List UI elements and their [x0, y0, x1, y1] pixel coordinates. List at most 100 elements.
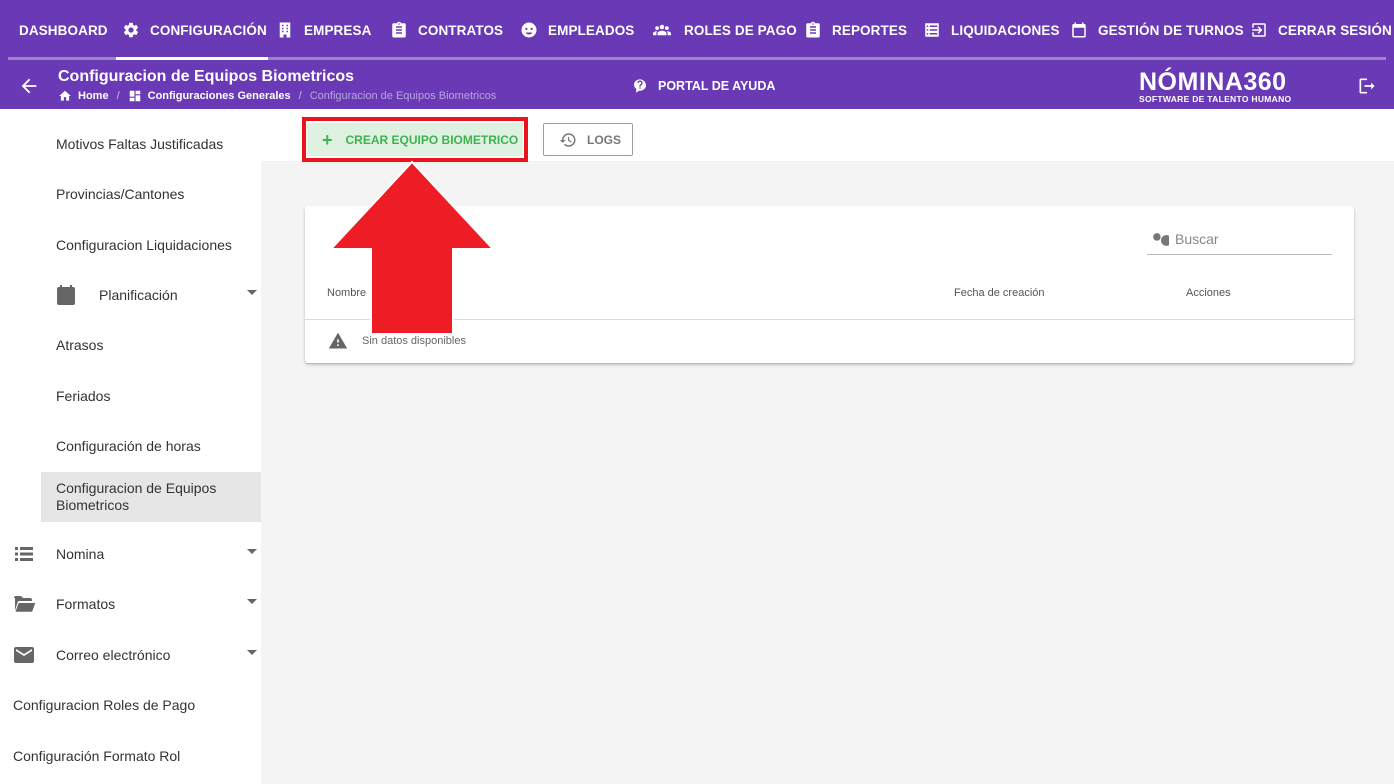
help-portal-label: PORTAL DE AYUDA — [658, 79, 776, 93]
header-logout-button[interactable] — [1357, 76, 1377, 96]
sidebar-item-nomina[interactable]: Nomina — [0, 529, 261, 579]
breadcrumb-separator: / — [116, 90, 120, 102]
nav-reportes[interactable]: REPORTES — [804, 19, 907, 41]
nav-empleados-label: EMPLEADOS — [548, 22, 635, 38]
sidebar-item-label: Configuracion de Equipos Biometricos — [56, 480, 217, 513]
clipboard-icon — [806, 21, 820, 38]
sidebar-item-configuracion-horas[interactable]: Configuración de horas — [0, 421, 261, 471]
create-biometric-device-button[interactable]: + CREAR EQUIPO BIOMETRICO — [307, 123, 523, 156]
nav-active-indicator — [116, 57, 268, 60]
sidebar-item-provincias[interactable]: Provincias/Cantones — [0, 169, 261, 219]
breadcrumb-current: Configuracion de Equipos Biometricos — [309, 90, 497, 102]
nav-indicator-track — [8, 57, 1386, 60]
sidebar: Motivos Faltas Justificadas Provincias/C… — [0, 109, 261, 784]
chevron-down-icon — [247, 290, 257, 295]
nav-cerrar-sesion-label: CERRAR SESIÓN — [1278, 22, 1392, 38]
brand-logo: NÓMINA360 SOFTWARE DE TALENTO HUMANO — [1139, 68, 1309, 105]
nav-roles-de-pago-label: ROLES DE PAGO — [684, 22, 797, 38]
brand-name: NÓMINA360 — [1139, 68, 1287, 96]
top-navigation: DASHBOARD CONFIGURACIÓN EMPRESA CONTRATO… — [0, 0, 1394, 62]
nav-cerrar-sesion[interactable]: CERRAR SESIÓN — [1250, 19, 1392, 41]
nav-empresa[interactable]: EMPRESA — [276, 19, 371, 41]
sidebar-item-label: Configuración de horas — [56, 438, 201, 454]
nav-dashboard-label: DASHBOARD — [19, 22, 108, 38]
people-icon — [653, 24, 671, 36]
chevron-down-icon — [247, 599, 257, 604]
nav-liquidaciones[interactable]: LIQUIDACIONES — [923, 19, 1060, 41]
history-icon — [559, 132, 576, 147]
calendar-icon — [54, 283, 78, 307]
sidebar-item-label: Feriados — [56, 388, 111, 404]
sidebar-item-formatos[interactable]: Formatos — [0, 579, 261, 629]
folder-icon — [12, 592, 36, 616]
list-icon — [12, 542, 36, 566]
empty-message: Sin datos disponibles — [362, 335, 466, 347]
help-icon — [634, 79, 646, 93]
nav-gestion-de-turnos-label: GESTIÓN DE TURNOS — [1098, 22, 1244, 38]
sidebar-item-planificacion[interactable]: Planificación — [0, 270, 261, 320]
search-input[interactable] — [1175, 231, 1325, 247]
face-icon — [521, 22, 537, 38]
search-field[interactable] — [1147, 224, 1332, 255]
create-button-label: CREAR EQUIPO BIOMETRICO — [345, 132, 519, 147]
column-header-acciones: Acciones — [1186, 287, 1231, 299]
calendar-icon — [1072, 22, 1086, 38]
clipboard-icon — [392, 21, 406, 38]
sidebar-item-correo-electronico[interactable]: Correo electrónico — [0, 630, 261, 680]
nav-configuracion-label: CONFIGURACIÓN — [150, 22, 267, 38]
dashboard-icon — [129, 90, 140, 102]
nav-reportes-label: REPORTES — [832, 22, 908, 38]
chevron-down-icon — [247, 650, 257, 655]
nav-empresa-label: EMPRESA — [304, 22, 372, 38]
back-button[interactable] — [18, 75, 40, 97]
page-header: Configuracion de Equipos Biometricos Hom… — [0, 62, 1394, 109]
nav-gestion-de-turnos[interactable]: GESTIÓN DE TURNOS — [1070, 19, 1244, 41]
mail-icon — [12, 643, 36, 667]
nav-contratos-label: CONTRATOS — [418, 22, 504, 38]
logs-button[interactable]: LOGS — [543, 123, 633, 156]
nav-liquidaciones-label: LIQUIDACIONES — [951, 22, 1060, 38]
sidebar-item-label: Nomina — [56, 546, 105, 562]
sidebar-item-equipos-biometricos[interactable]: Configuracion de Equipos Biometricos — [41, 472, 261, 522]
chevron-down-icon — [247, 549, 257, 554]
logout-icon — [1359, 78, 1375, 94]
list-icon — [925, 23, 939, 37]
gear-icon — [123, 22, 139, 38]
brand-tagline: SOFTWARE DE TALENTO HUMANO — [1139, 94, 1292, 104]
nav-roles-de-pago[interactable]: ROLES DE PAGO — [650, 19, 797, 41]
sidebar-item-configuracion-roles-pago[interactable]: Configuracion Roles de Pago — [0, 680, 261, 730]
sidebar-item-label: Planificación — [99, 287, 178, 303]
sidebar-item-label: Motivos Faltas Justificadas — [56, 136, 224, 152]
red-arrow-annotation — [329, 160, 495, 335]
column-header-fecha-creacion[interactable]: Fecha de creación — [954, 287, 1045, 299]
sidebar-item-label: Configuración Formato Rol — [13, 748, 181, 764]
sidebar-item-label: Provincias/Cantones — [56, 186, 185, 202]
search-icon — [1153, 233, 1169, 246]
sidebar-item-label: Correo electrónico — [56, 647, 171, 663]
sidebar-item-configuracion-formato-rol[interactable]: Configuración Formato Rol — [0, 731, 261, 781]
logout-icon — [1252, 23, 1266, 37]
breadcrumb: Home / Configuraciones Generales / Confi… — [58, 89, 496, 103]
sidebar-item-label: Configuracion Liquidaciones — [56, 237, 232, 253]
arrow-left-icon — [21, 78, 37, 94]
nav-contratos[interactable]: CONTRATOS — [390, 19, 503, 41]
breadcrumb-home[interactable]: Home — [78, 90, 109, 102]
nav-dashboard[interactable]: DASHBOARD — [19, 19, 108, 41]
nav-empleados[interactable]: EMPLEADOS — [520, 19, 634, 41]
page-title: Configuracion de Equipos Biometricos — [58, 68, 355, 85]
nav-configuracion[interactable]: CONFIGURACIÓN — [122, 19, 267, 41]
sidebar-item-label: Formatos — [56, 596, 116, 612]
building-icon — [279, 22, 291, 38]
plus-icon: + — [322, 129, 333, 150]
breadcrumb-configuraciones-generales[interactable]: Configuraciones Generales — [148, 90, 291, 102]
sidebar-item-label: Configuracion Roles de Pago — [13, 697, 196, 713]
home-icon — [59, 90, 71, 101]
breadcrumb-separator: / — [298, 90, 302, 102]
sidebar-item-label: Atrasos — [56, 337, 104, 353]
sidebar-item-motivos-faltas[interactable]: Motivos Faltas Justificadas — [0, 119, 261, 169]
logs-button-label: LOGS — [587, 132, 622, 147]
sidebar-item-feriados[interactable]: Feriados — [0, 371, 261, 421]
sidebar-item-configuracion-liquidaciones[interactable]: Configuracion Liquidaciones — [0, 220, 261, 270]
help-portal-link[interactable]: PORTAL DE AYUDA — [632, 78, 775, 94]
sidebar-item-atrasos[interactable]: Atrasos — [0, 320, 261, 370]
